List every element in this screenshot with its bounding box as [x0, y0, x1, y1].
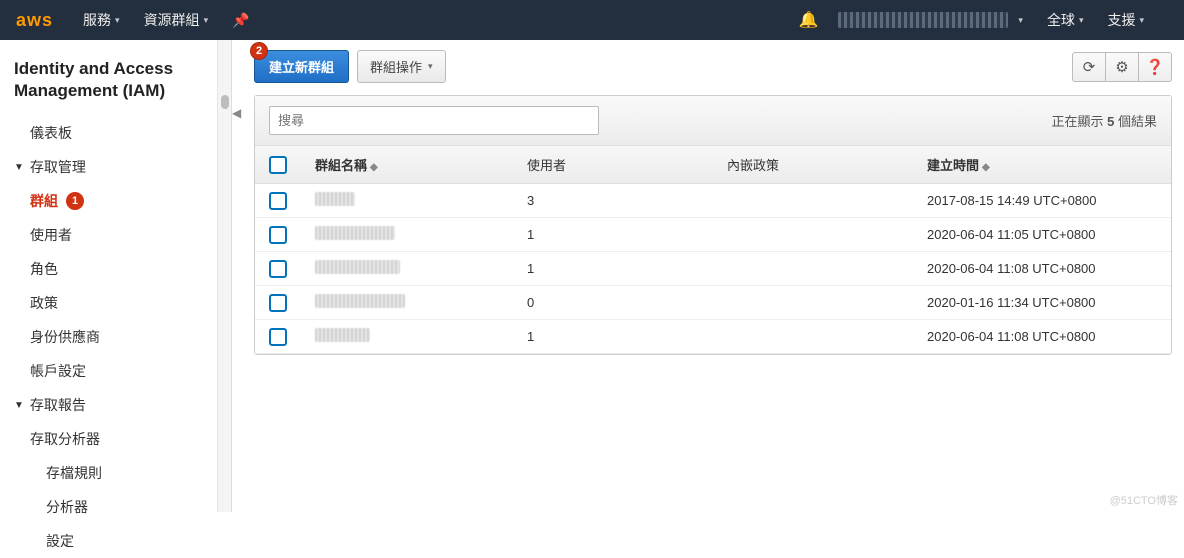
settings-button[interactable]: ⚙: [1105, 52, 1139, 82]
pin-icon[interactable]: 📌: [232, 12, 249, 29]
sidebar-collapse-handle[interactable]: ◀: [232, 40, 248, 512]
chevron-down-icon: ▾: [1079, 15, 1084, 26]
col-header-policies[interactable]: 內嵌政策: [713, 155, 913, 174]
cell-users: 1: [513, 261, 713, 276]
watermark: @51CTO博客: [1110, 492, 1178, 508]
result-count-text: 正在顯示 5 個結果: [1052, 111, 1157, 130]
table-row[interactable]: 3 2017-08-15 14:49 UTC+0800: [255, 184, 1171, 218]
group-actions-button[interactable]: 群組操作▾: [357, 50, 446, 83]
help-button[interactable]: ❓: [1138, 52, 1172, 82]
row-checkbox[interactable]: [269, 294, 287, 312]
col-header-users[interactable]: 使用者: [513, 155, 713, 174]
cell-created: 2020-06-04 11:08 UTC+0800: [913, 329, 1171, 344]
annotation-badge-2: 2: [250, 42, 268, 60]
sort-icon: ◆: [370, 162, 378, 173]
redacted-name: [315, 226, 395, 240]
aws-logo: aws: [16, 10, 53, 31]
cell-created: 2020-06-04 11:05 UTC+0800: [913, 227, 1171, 242]
chevron-down-icon: ▾: [1018, 15, 1023, 26]
toolbar-icon-group: ⟳ ⚙ ❓: [1072, 52, 1172, 82]
cell-created: 2020-01-16 11:34 UTC+0800: [913, 295, 1171, 310]
main-content: 2 建立新群組 群組操作▾ ⟳ ⚙ ❓ 正在顯示 5 個結果 群組名稱◆ 使用者…: [248, 40, 1184, 512]
sidebar-item-dashboard[interactable]: 儀表板: [0, 116, 231, 150]
table-row[interactable]: 1 2020-06-04 11:08 UTC+0800: [255, 252, 1171, 286]
sidebar-item-groups[interactable]: 群組1: [0, 184, 231, 218]
caret-down-icon: ▼: [14, 162, 24, 173]
toolbar: 2 建立新群組 群組操作▾ ⟳ ⚙ ❓: [254, 50, 1172, 83]
row-checkbox[interactable]: [269, 328, 287, 346]
sidebar-item-users[interactable]: 使用者: [0, 218, 231, 252]
refresh-button[interactable]: ⟳: [1072, 52, 1106, 82]
sidebar-item-idp[interactable]: 身份供應商: [0, 320, 231, 354]
top-nav: aws 服務▾ 資源群組▾ 📌 🔔 ▾ 全球▾ 支援▾: [0, 0, 1184, 40]
cell-users: 3: [513, 193, 713, 208]
select-all-checkbox[interactable]: [269, 156, 287, 174]
service-title: Identity and Access Management (IAM): [0, 58, 231, 116]
cell-users: 1: [513, 329, 713, 344]
nav-support[interactable]: 支援▾: [1107, 10, 1144, 30]
sidebar-item-policies[interactable]: 政策: [0, 286, 231, 320]
sidebar-item-analyzer-sub[interactable]: 分析器: [0, 490, 231, 524]
table-header: 群組名稱◆ 使用者 內嵌政策 建立時間◆: [255, 146, 1171, 184]
cell-group-name[interactable]: [301, 260, 513, 277]
cell-group-name[interactable]: [301, 328, 513, 345]
sidebar-item-analyzer[interactable]: 存取分析器: [0, 422, 231, 456]
cell-created: 2020-06-04 11:08 UTC+0800: [913, 261, 1171, 276]
sidebar: Identity and Access Management (IAM) 儀表板…: [0, 40, 232, 512]
col-header-created[interactable]: 建立時間◆: [913, 155, 1171, 174]
sidebar-item-settings[interactable]: 設定: [0, 524, 231, 558]
cell-group-name[interactable]: [301, 192, 513, 209]
cell-created: 2017-08-15 14:49 UTC+0800: [913, 193, 1171, 208]
cell-users: 0: [513, 295, 713, 310]
cell-group-name[interactable]: [301, 294, 513, 311]
caret-down-icon: ▼: [14, 400, 24, 411]
help-icon: ❓: [1146, 58, 1165, 76]
create-group-button[interactable]: 2 建立新群組: [254, 50, 349, 83]
nav-account[interactable]: ▾: [838, 12, 1023, 28]
redacted-name: [315, 328, 370, 342]
redacted-name: [315, 260, 400, 274]
nav-resource-groups[interactable]: 資源群組▾: [144, 10, 209, 30]
nav-services[interactable]: 服務▾: [83, 10, 120, 30]
annotation-badge-1: 1: [66, 192, 84, 210]
cell-users: 1: [513, 227, 713, 242]
search-input[interactable]: [269, 106, 599, 135]
gear-icon: ⚙: [1115, 58, 1128, 76]
sort-icon: ◆: [982, 162, 990, 173]
col-header-name[interactable]: 群組名稱◆: [301, 155, 513, 174]
sidebar-scrollbar[interactable]: [217, 40, 231, 512]
sidebar-item-account-settings[interactable]: 帳戶設定: [0, 354, 231, 388]
sidebar-section-access[interactable]: ▼存取管理: [0, 150, 231, 184]
chevron-down-icon: ▾: [1139, 15, 1144, 26]
row-checkbox[interactable]: [269, 192, 287, 210]
redacted-name: [315, 192, 355, 206]
nav-region[interactable]: 全球▾: [1047, 10, 1084, 30]
groups-panel: 正在顯示 5 個結果 群組名稱◆ 使用者 內嵌政策 建立時間◆ 3 2017-08…: [254, 95, 1172, 355]
account-name-redacted: [838, 12, 1008, 28]
chevron-down-icon: ▾: [115, 15, 120, 26]
cell-group-name[interactable]: [301, 226, 513, 243]
sidebar-section-reports[interactable]: ▼存取報告: [0, 388, 231, 422]
chevron-down-icon: ▾: [428, 61, 433, 72]
table-row[interactable]: 1 2020-06-04 11:08 UTC+0800: [255, 320, 1171, 354]
refresh-icon: ⟳: [1083, 58, 1096, 76]
table-row[interactable]: 0 2020-01-16 11:34 UTC+0800: [255, 286, 1171, 320]
sidebar-item-roles[interactable]: 角色: [0, 252, 231, 286]
redacted-name: [315, 294, 405, 308]
table-row[interactable]: 1 2020-06-04 11:05 UTC+0800: [255, 218, 1171, 252]
chevron-down-icon: ▾: [204, 15, 209, 26]
row-checkbox[interactable]: [269, 260, 287, 278]
sidebar-item-archive-rules[interactable]: 存檔規則: [0, 456, 231, 490]
panel-header: 正在顯示 5 個結果: [255, 96, 1171, 146]
bell-icon[interactable]: 🔔: [798, 10, 818, 30]
row-checkbox[interactable]: [269, 226, 287, 244]
